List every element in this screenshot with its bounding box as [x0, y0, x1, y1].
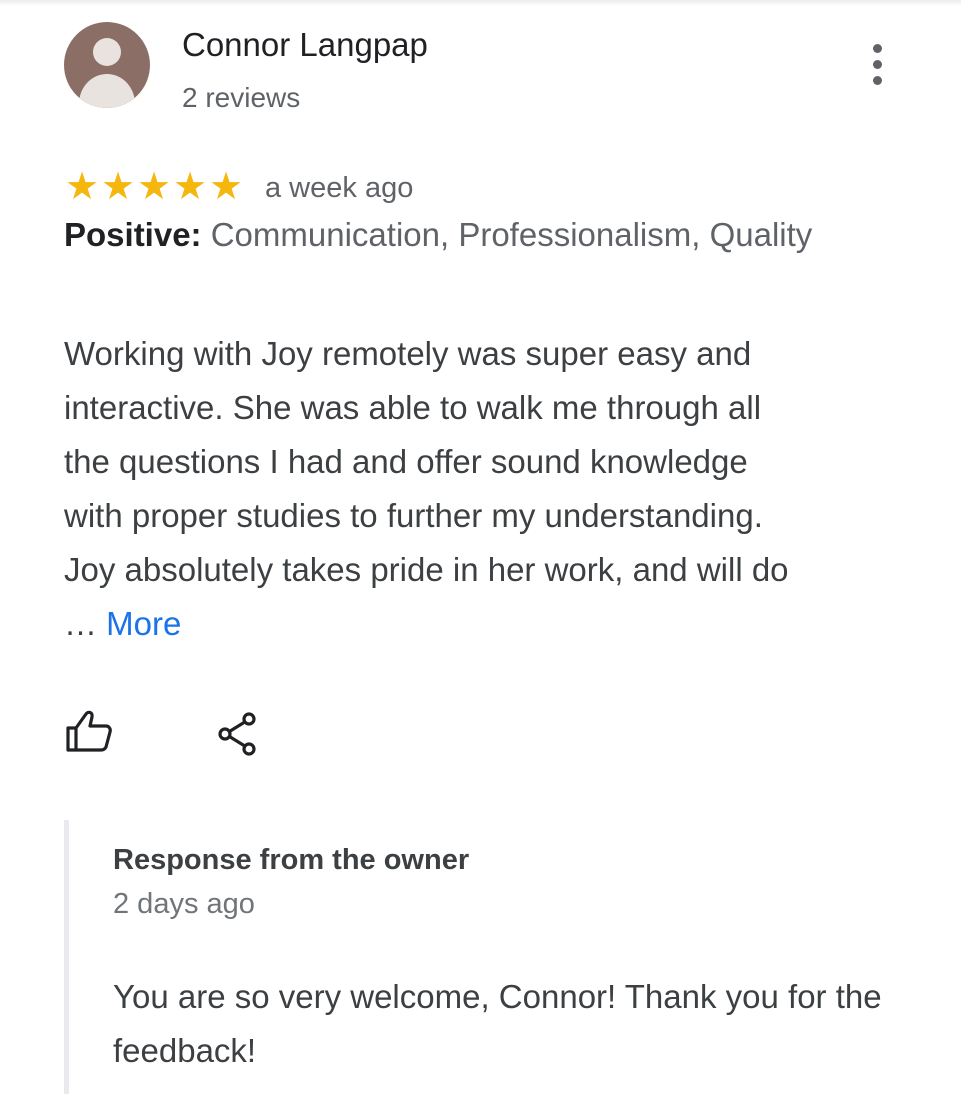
share-icon[interactable] [214, 710, 262, 758]
top-divider [0, 0, 961, 6]
avatar[interactable] [64, 22, 150, 108]
star-icon: ★ [100, 164, 136, 208]
avatar-head-shape [93, 38, 121, 66]
more-link[interactable]: More [106, 605, 181, 642]
positive-values: Communication, Professionalism, Quality [210, 216, 813, 253]
positive-label: Positive: [64, 216, 202, 253]
author-review-count: 2 reviews [182, 82, 301, 113]
star-icon: ★ [136, 164, 172, 208]
star-icon: ★ [172, 164, 208, 208]
owner-response-text: You are so very welcome, Connor! Thank y… [113, 978, 882, 1069]
star-icon: ★ [208, 164, 244, 208]
owner-response: Response from the owner 2 days ago You a… [64, 820, 961, 1094]
review-body: Working with Joy remotely was super easy… [64, 327, 804, 651]
review-text: Working with Joy remotely was super easy… [64, 335, 789, 642]
thumbs-up-icon[interactable] [64, 708, 114, 754]
author-name[interactable]: Connor Langpap [182, 26, 428, 64]
owner-response-title: Response from the owner [113, 844, 470, 876]
more-vert-icon[interactable] [866, 44, 890, 86]
star-rating: ★ ★ ★ ★ ★ [64, 164, 244, 208]
avatar-body-shape [79, 74, 135, 108]
owner-response-time: 2 days ago [113, 888, 255, 920]
star-icon: ★ [64, 164, 100, 208]
positive-attributes: Positive: Communication, Professionalism… [64, 215, 824, 255]
review-time: a week ago [265, 172, 414, 204]
